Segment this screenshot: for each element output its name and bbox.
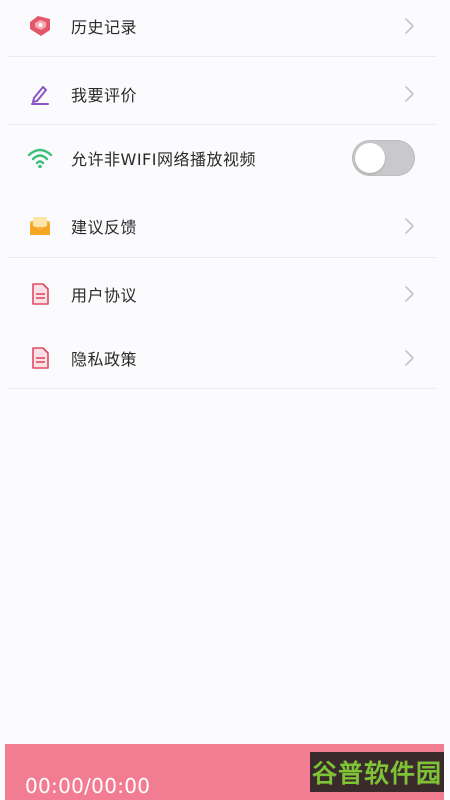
settings-screen: 历史记录 我要评价 允许非WIFI网络播放视频 建议反馈 用户协议 隐私政策 0… [0, 0, 450, 800]
settings-item-privacy-policy[interactable]: 隐私政策 [0, 326, 450, 390]
settings-item-history[interactable]: 历史记录 [0, 0, 450, 58]
mini-player-bar[interactable]: 00:00/00:00 谷普软件园 [5, 744, 444, 800]
divider [8, 56, 436, 57]
chevron-right-icon [404, 85, 416, 103]
wifi-icon [27, 145, 53, 171]
chevron-right-icon [404, 349, 416, 367]
document-icon [27, 345, 53, 371]
envelope-icon [27, 213, 53, 239]
settings-item-label: 历史记录 [71, 18, 138, 37]
settings-item-label: 我要评价 [71, 86, 138, 105]
non-wifi-playback-toggle[interactable] [352, 140, 415, 176]
watermark-text: 谷普软件园 [311, 759, 442, 788]
divider [8, 388, 436, 389]
settings-item-label: 隐私政策 [71, 350, 138, 369]
history-tag-icon [27, 13, 53, 39]
settings-item-label: 允许非WIFI网络播放视频 [71, 150, 256, 169]
divider [8, 257, 436, 258]
toggle-knob [355, 143, 385, 173]
document-icon [27, 281, 53, 307]
chevron-right-icon [404, 285, 416, 303]
settings-item-feedback[interactable]: 建议反馈 [0, 194, 450, 258]
chevron-right-icon [404, 17, 416, 35]
settings-item-label: 用户协议 [71, 286, 138, 305]
watermark-logo: 谷普软件园 [310, 752, 444, 792]
divider [8, 124, 436, 125]
settings-item-user-agreement[interactable]: 用户协议 [0, 262, 450, 326]
playback-time: 00:00/00:00 [25, 774, 151, 798]
settings-item-rate[interactable]: 我要评价 [0, 62, 450, 126]
chevron-right-icon [404, 217, 416, 235]
settings-item-label: 建议反馈 [71, 218, 138, 237]
settings-item-non-wifi-playback: 允许非WIFI网络播放视频 [0, 126, 450, 190]
pencil-icon [27, 81, 53, 107]
